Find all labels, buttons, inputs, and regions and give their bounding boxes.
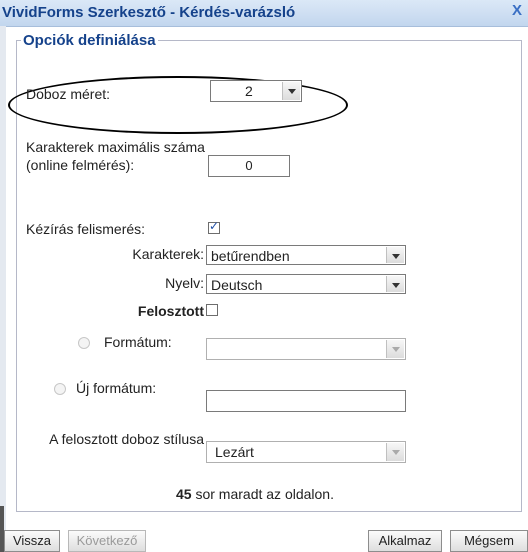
split-checkbox[interactable] — [206, 304, 218, 316]
close-icon[interactable]: X — [512, 2, 522, 19]
language-value: Deutsch — [211, 277, 263, 293]
max-chars-input[interactable]: 0 — [208, 155, 290, 177]
box-style-value: Lezárt — [215, 444, 254, 460]
box-size-value: 2 — [245, 83, 253, 99]
box-size-label: Doboz méret: — [26, 86, 111, 102]
cancel-button[interactable]: Mégsem — [450, 530, 528, 552]
characters-select[interactable]: betűrendben — [206, 245, 406, 265]
box-style-select[interactable]: Lezárt — [206, 441, 406, 463]
characters-label: Karakterek: — [132, 246, 204, 262]
box-size-select[interactable]: 2 — [210, 80, 302, 102]
options-legend: Opciók definiálása — [23, 32, 156, 49]
new-format-radio[interactable] — [54, 383, 66, 395]
split-label: Felosztott — [137, 303, 204, 319]
chevron-down-icon — [386, 247, 404, 263]
max-chars-label: Karakterek maximális száma (online felmé… — [26, 139, 205, 173]
apply-button[interactable]: Alkalmaz — [368, 530, 442, 552]
status-line: 45 sor maradt az oldalon. — [176, 486, 334, 502]
chevron-down-icon — [386, 276, 404, 292]
next-button[interactable]: Következő — [68, 530, 146, 552]
new-format-label: Új formátum: — [76, 380, 157, 396]
title-bar: VividForms Szerkesztő - Kérdés-varázsló … — [0, 0, 528, 27]
handwriting-checkbox[interactable]: ✓ — [208, 219, 220, 234]
chevron-down-icon — [386, 340, 404, 358]
format-select[interactable] — [206, 338, 406, 360]
box-style-label: A felosztott doboz stílusa — [49, 431, 204, 447]
back-button[interactable]: Vissza — [4, 530, 60, 552]
chevron-down-icon — [386, 443, 404, 461]
remaining-rows-text: sor maradt az oldalon. — [195, 486, 334, 502]
format-label: Formátum: — [104, 334, 172, 350]
window-title: VividForms Szerkesztő - Kérdés-varázsló — [2, 4, 296, 21]
language-select[interactable]: Deutsch — [206, 274, 406, 294]
left-edge — [0, 26, 6, 552]
checkmark-icon: ✓ — [209, 219, 220, 233]
handwriting-label: Kézírás felismerés: — [26, 221, 146, 237]
remaining-rows-count: 45 — [176, 486, 192, 502]
format-radio[interactable] — [78, 337, 90, 349]
chevron-down-icon — [282, 82, 300, 100]
characters-value: betűrendben — [211, 248, 290, 264]
new-format-input[interactable] — [206, 390, 406, 412]
language-label: Nyelv: — [165, 275, 204, 291]
